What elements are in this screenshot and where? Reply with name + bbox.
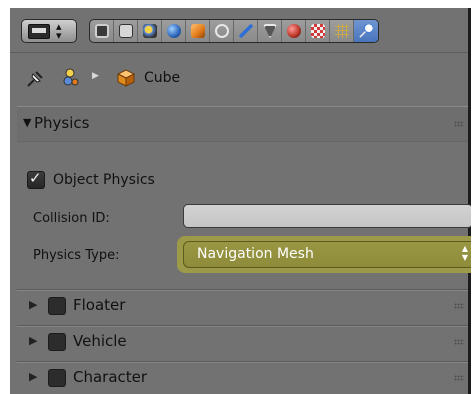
drag-grip-icon[interactable] bbox=[454, 375, 464, 381]
object-physics-checkbox[interactable]: ✓ bbox=[27, 169, 45, 189]
tab-texture[interactable] bbox=[306, 20, 330, 42]
physics-panel-title: Physics bbox=[34, 114, 90, 132]
floater-panel[interactable]: ▶ Floater bbox=[17, 289, 468, 322]
updown-arrow-icon: ▲ ▼ bbox=[461, 244, 468, 262]
collapsed-triangle-icon: ▶ bbox=[29, 334, 38, 347]
physics-panel-header[interactable]: ▼ Physics bbox=[17, 107, 468, 142]
tab-data[interactable] bbox=[258, 20, 282, 42]
character-label: Character bbox=[73, 368, 148, 386]
physics-panel: ▼ Physics ✓ Object Physics Collision ID:… bbox=[17, 106, 471, 289]
object-icon bbox=[191, 24, 205, 38]
data-icon bbox=[263, 24, 277, 38]
texture-icon bbox=[311, 24, 325, 38]
physics-type-label: Physics Type: bbox=[33, 248, 120, 263]
material-icon bbox=[287, 24, 301, 38]
collision-id-label: Collision ID: bbox=[33, 211, 110, 226]
drag-grip-icon[interactable] bbox=[454, 121, 464, 127]
constraints-icon bbox=[215, 24, 229, 38]
properties-panel: ▴ ▾ ▶ Cube ▼ Physics ✓ Object Physics Co… bbox=[10, 8, 471, 394]
editor-type-button[interactable]: ▴ ▾ bbox=[21, 19, 77, 43]
physics-icon bbox=[359, 24, 373, 38]
tab-physics[interactable] bbox=[354, 20, 378, 42]
modifiers-icon bbox=[239, 24, 253, 38]
breadcrumb: ▶ Cube bbox=[10, 63, 468, 95]
cube-icon bbox=[117, 69, 135, 87]
world-icon bbox=[167, 24, 181, 38]
breadcrumb-object-label: Cube bbox=[144, 70, 181, 86]
scene-object-icon bbox=[63, 68, 79, 86]
tab-modifiers[interactable] bbox=[234, 20, 258, 42]
floater-label: Floater bbox=[73, 296, 126, 314]
physics-type-value: Navigation Mesh bbox=[197, 246, 314, 262]
checkmark-icon: ✓ bbox=[29, 169, 42, 187]
character-panel[interactable]: ▶ Character bbox=[17, 361, 468, 394]
drag-grip-icon[interactable] bbox=[454, 339, 464, 345]
tab-constraints[interactable] bbox=[210, 20, 234, 42]
scene-icon bbox=[143, 24, 157, 38]
character-checkbox[interactable] bbox=[48, 369, 66, 387]
tab-scene[interactable] bbox=[138, 20, 162, 42]
collapsed-triangle-icon: ▶ bbox=[29, 298, 38, 311]
tab-material[interactable] bbox=[282, 20, 306, 42]
particles-icon bbox=[335, 24, 349, 38]
render-icon bbox=[95, 24, 109, 38]
physics-type-dropdown[interactable]: Navigation Mesh ▲ ▼ bbox=[183, 241, 471, 268]
tab-object[interactable] bbox=[186, 20, 210, 42]
header-toolbar: ▴ ▾ bbox=[10, 8, 468, 53]
pin-icon[interactable] bbox=[24, 68, 46, 90]
updown-arrow-icon: ▴ ▾ bbox=[56, 20, 62, 42]
vehicle-label: Vehicle bbox=[73, 332, 127, 350]
tab-render[interactable] bbox=[90, 20, 114, 42]
panel-edge bbox=[468, 8, 471, 394]
render-layers-icon bbox=[119, 24, 133, 38]
properties-editor-icon bbox=[28, 24, 50, 39]
tab-render-layers[interactable] bbox=[114, 20, 138, 42]
vehicle-checkbox[interactable] bbox=[48, 333, 66, 351]
tab-particles[interactable] bbox=[330, 20, 354, 42]
expand-triangle-icon: ▼ bbox=[23, 116, 32, 129]
context-tabs bbox=[89, 19, 379, 43]
floater-checkbox[interactable] bbox=[48, 297, 66, 315]
collision-id-field[interactable] bbox=[183, 204, 471, 228]
drag-grip-icon[interactable] bbox=[454, 303, 464, 309]
breadcrumb-arrow-icon: ▶ bbox=[92, 71, 99, 81]
object-physics-label: Object Physics bbox=[53, 172, 155, 188]
collapsed-triangle-icon: ▶ bbox=[29, 370, 38, 383]
vehicle-panel[interactable]: ▶ Vehicle bbox=[17, 325, 468, 358]
tab-world[interactable] bbox=[162, 20, 186, 42]
